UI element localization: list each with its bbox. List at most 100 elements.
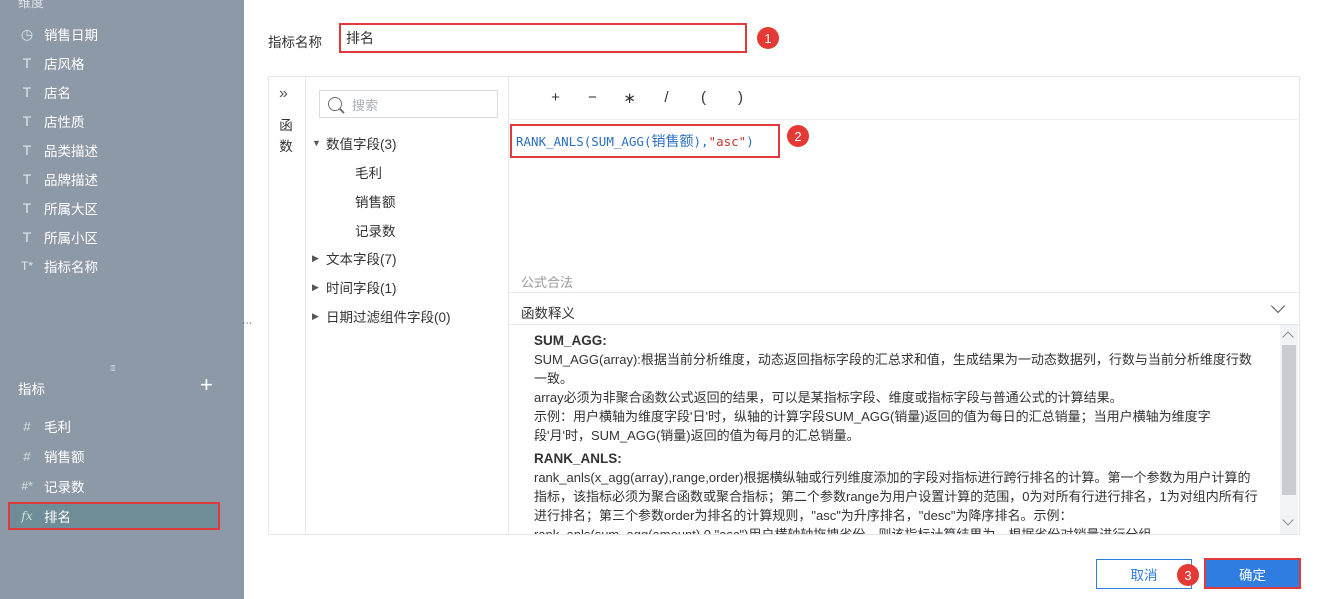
search-icon — [328, 97, 342, 111]
scrollbar-thumb[interactable] — [1282, 345, 1296, 495]
metric-item[interactable]: # 毛利 — [18, 414, 71, 438]
dimension-label: 品牌描述 — [44, 173, 98, 188]
metric-item-selected[interactable]: fx 排名 — [18, 504, 71, 528]
dimension-label: 店性质 — [44, 115, 85, 130]
formula-punct: ) — [693, 133, 702, 149]
tree-field-item[interactable]: 记录数 — [355, 219, 396, 241]
multiply-operator-button[interactable]: ∗ — [611, 89, 648, 107]
tree-field-item[interactable]: 毛利 — [355, 161, 382, 183]
panel-splitter[interactable]: ⁞⁞⁞⁞ — [0, 362, 244, 373]
tree-field-item[interactable]: 销售额 — [355, 190, 396, 212]
left-field-panel: 维度 ◷ 销售日期 T 店风格 T 店名 T 店性质 T 品类描述 T 品牌描述… — [0, 0, 244, 599]
metrics-header: 指标 — [18, 382, 45, 397]
formula-editor: » 函数 搜索 ▼ 数值字段(3) 毛利 销售额 记录数 ▶ 文本字段(7) ▶… — [268, 76, 1300, 535]
tree-group-label: 文本字段(7) — [326, 252, 397, 267]
chevron-down-icon[interactable] — [1270, 298, 1286, 314]
vertical-resize-handle[interactable]: ⋮ — [241, 318, 252, 328]
text-type-icon: T — [22, 55, 32, 71]
field-list-panel: 搜索 ▼ 数值字段(3) 毛利 销售额 记录数 ▶ 文本字段(7) ▶ 时间字段… — [306, 77, 509, 534]
toolbar-divider — [509, 119, 1299, 120]
tree-group-text[interactable]: ▶ 文本字段(7) — [312, 247, 397, 269]
metric-label: 记录数 — [44, 480, 85, 495]
clock-icon: ◷ — [20, 25, 34, 42]
text-type-icon: T — [22, 142, 32, 158]
metric-name-input[interactable]: 排名 — [339, 23, 747, 53]
caret-right-icon: ▶ — [312, 281, 319, 292]
step-badge-1: 1 — [757, 27, 779, 49]
confirm-button[interactable]: 确定 — [1204, 558, 1301, 589]
grip-icon: ⁞⁞⁞⁞ — [110, 364, 116, 373]
functions-label: 函数 — [279, 118, 293, 154]
step-badge-2: 2 — [787, 125, 809, 147]
formula-input-area[interactable]: + − ∗ / ( ) RANK_ANLS(SUM_AGG(销售额), "asc"… — [509, 77, 1299, 292]
dimension-label: 品类描述 — [44, 144, 98, 159]
operator-toolbar: + − ∗ / ( ) — [537, 89, 759, 107]
explanation-scrollbar[interactable] — [1280, 325, 1298, 534]
text-type-icon: T — [22, 229, 32, 245]
formula-validity-status: 公式合法 — [521, 275, 574, 290]
metric-label: 销售额 — [44, 450, 85, 465]
formula-function: RANK_ANLS( — [516, 133, 592, 149]
double-chevron-right-icon: » — [279, 85, 288, 102]
formula-function: SUM_AGG( — [591, 133, 652, 149]
scroll-down-icon[interactable] — [1282, 514, 1294, 526]
metric-label: 毛利 — [44, 420, 71, 435]
metric-item[interactable]: # 销售额 — [18, 444, 85, 468]
dimension-item[interactable]: T* 指标名称 — [18, 254, 98, 278]
function-panel-toggle[interactable]: » 函数 — [269, 77, 306, 534]
search-placeholder: 搜索 — [352, 97, 379, 113]
metric-name-value: 排名 — [346, 30, 374, 46]
dimension-item[interactable]: T 品牌描述 — [18, 167, 98, 191]
dimension-label: 店风格 — [44, 57, 85, 72]
scroll-up-icon[interactable] — [1282, 331, 1294, 343]
dimension-label: 所属小区 — [44, 231, 98, 246]
dimension-item[interactable]: T 店名 — [18, 80, 71, 104]
text-type-icon: T — [22, 200, 32, 216]
formula-punct: , — [701, 133, 709, 149]
formula-fx-icon: fx — [21, 509, 33, 523]
explain-heading: RANK_ANLS: — [534, 451, 622, 466]
function-explanation-header[interactable]: 函数释义 — [509, 292, 1299, 325]
metric-name-label: 指标名称 — [268, 35, 322, 50]
tree-group-numeric[interactable]: ▼ 数值字段(3) — [312, 132, 397, 154]
text-type-icon: T — [22, 171, 32, 187]
formula-string-arg: "asc" — [708, 133, 747, 149]
open-paren-button[interactable]: ( — [685, 89, 722, 107]
dimension-item[interactable]: T 品类描述 — [18, 138, 98, 162]
add-metric-button[interactable]: + — [200, 374, 213, 396]
explain-paragraph: array必须为非聚合函数公式返回的结果，可以是某指标字段、维度或指标字段与普通… — [534, 390, 1123, 405]
tree-group-label: 日期过滤组件字段(0) — [326, 310, 451, 325]
minus-operator-button[interactable]: − — [574, 89, 611, 107]
number-calc-type-icon: #* — [21, 479, 33, 493]
text-calc-type-icon: T* — [21, 259, 33, 273]
dimension-item[interactable]: T 店风格 — [18, 51, 85, 75]
explain-paragraph: SUM_AGG(array):根据当前分析维度，动态返回指标字段的汇总求和值，生… — [534, 352, 1252, 386]
formula-field-token[interactable]: 销售额 — [651, 131, 693, 151]
tree-group-date-filter[interactable]: ▶ 日期过滤组件字段(0) — [312, 305, 451, 327]
function-explanation-text: SUM_AGG: SUM_AGG(array):根据当前分析维度，动态返回指标字… — [534, 327, 1258, 534]
explain-heading: SUM_AGG: — [534, 333, 607, 348]
dimension-label: 所属大区 — [44, 202, 98, 217]
dimension-label: 指标名称 — [44, 260, 98, 275]
caret-right-icon: ▶ — [312, 252, 319, 263]
plus-operator-button[interactable]: + — [537, 89, 574, 107]
number-type-icon: # — [23, 448, 31, 464]
tree-group-time[interactable]: ▶ 时间字段(1) — [312, 276, 397, 298]
tree-group-label: 时间字段(1) — [326, 281, 397, 296]
caret-down-icon: ▼ — [312, 138, 321, 148]
formula-text[interactable]: RANK_ANLS(SUM_AGG(销售额), "asc") — [510, 124, 780, 158]
function-explanation-title: 函数释义 — [521, 306, 575, 321]
close-paren-button[interactable]: ) — [722, 89, 759, 107]
dimension-item[interactable]: ◷ 销售日期 — [18, 22, 98, 46]
divide-operator-button[interactable]: / — [648, 89, 685, 107]
number-type-icon: # — [23, 418, 31, 434]
field-search-input[interactable]: 搜索 — [319, 90, 498, 118]
dimension-item[interactable]: T 所属小区 — [18, 225, 98, 249]
dimension-item[interactable]: T 店性质 — [18, 109, 85, 133]
text-type-icon: T — [22, 84, 32, 100]
metric-item[interactable]: #* 记录数 — [18, 474, 85, 498]
text-type-icon: T — [22, 113, 32, 129]
dimensions-header: 维度 — [18, 0, 45, 10]
dimension-label: 销售日期 — [44, 28, 98, 43]
dimension-item[interactable]: T 所属大区 — [18, 196, 98, 220]
